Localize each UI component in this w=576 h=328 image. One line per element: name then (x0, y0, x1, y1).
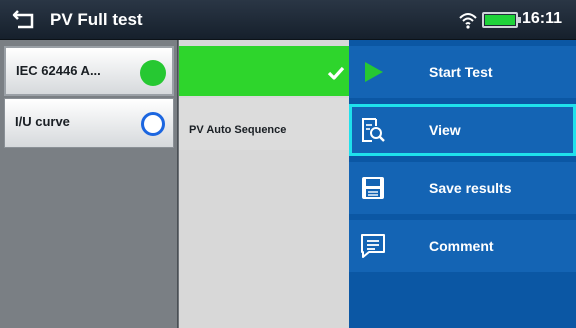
battery-icon (482, 12, 521, 28)
status-pending-icon (141, 112, 165, 136)
save-icon (362, 177, 384, 199)
view-icon (362, 118, 385, 142)
save-results-button[interactable]: Save results (349, 162, 576, 214)
list-item-label: IEC 62446 A... (16, 63, 101, 78)
title-bar: PV Full test 16:11 (0, 0, 576, 40)
view-button[interactable]: View (349, 104, 576, 156)
list-item-iec-62446[interactable]: IEC 62446 A... (4, 46, 174, 96)
options-menu: Start Test View Save results Comment (349, 40, 576, 328)
clock: 16:11 (522, 10, 563, 27)
status-passed-icon (140, 60, 166, 86)
start-test-button[interactable]: Start Test (349, 46, 576, 98)
sequence-panel: PV Auto Sequence (179, 40, 349, 328)
comment-button[interactable]: Comment (349, 220, 576, 272)
check-icon (327, 66, 345, 80)
battery-level-fill (485, 15, 515, 25)
save-results-label: Save results (429, 180, 512, 196)
list-item-label: I/U curve (15, 114, 70, 129)
play-icon (365, 62, 383, 82)
start-test-label: Start Test (429, 64, 493, 80)
sequence-item[interactable]: PV Auto Sequence (179, 98, 349, 150)
view-label: View (429, 122, 461, 138)
test-list: IEC 62446 A... I/U curve (0, 40, 178, 328)
wifi-icon (459, 13, 477, 29)
back-icon[interactable] (12, 7, 38, 31)
comment-label: Comment (429, 238, 494, 254)
sequence-item-label: PV Auto Sequence (189, 124, 287, 136)
page-title: PV Full test (50, 10, 143, 29)
sequence-status-header (179, 46, 349, 96)
list-item-iu-curve[interactable]: I/U curve (4, 98, 174, 148)
comment-icon (361, 234, 385, 258)
